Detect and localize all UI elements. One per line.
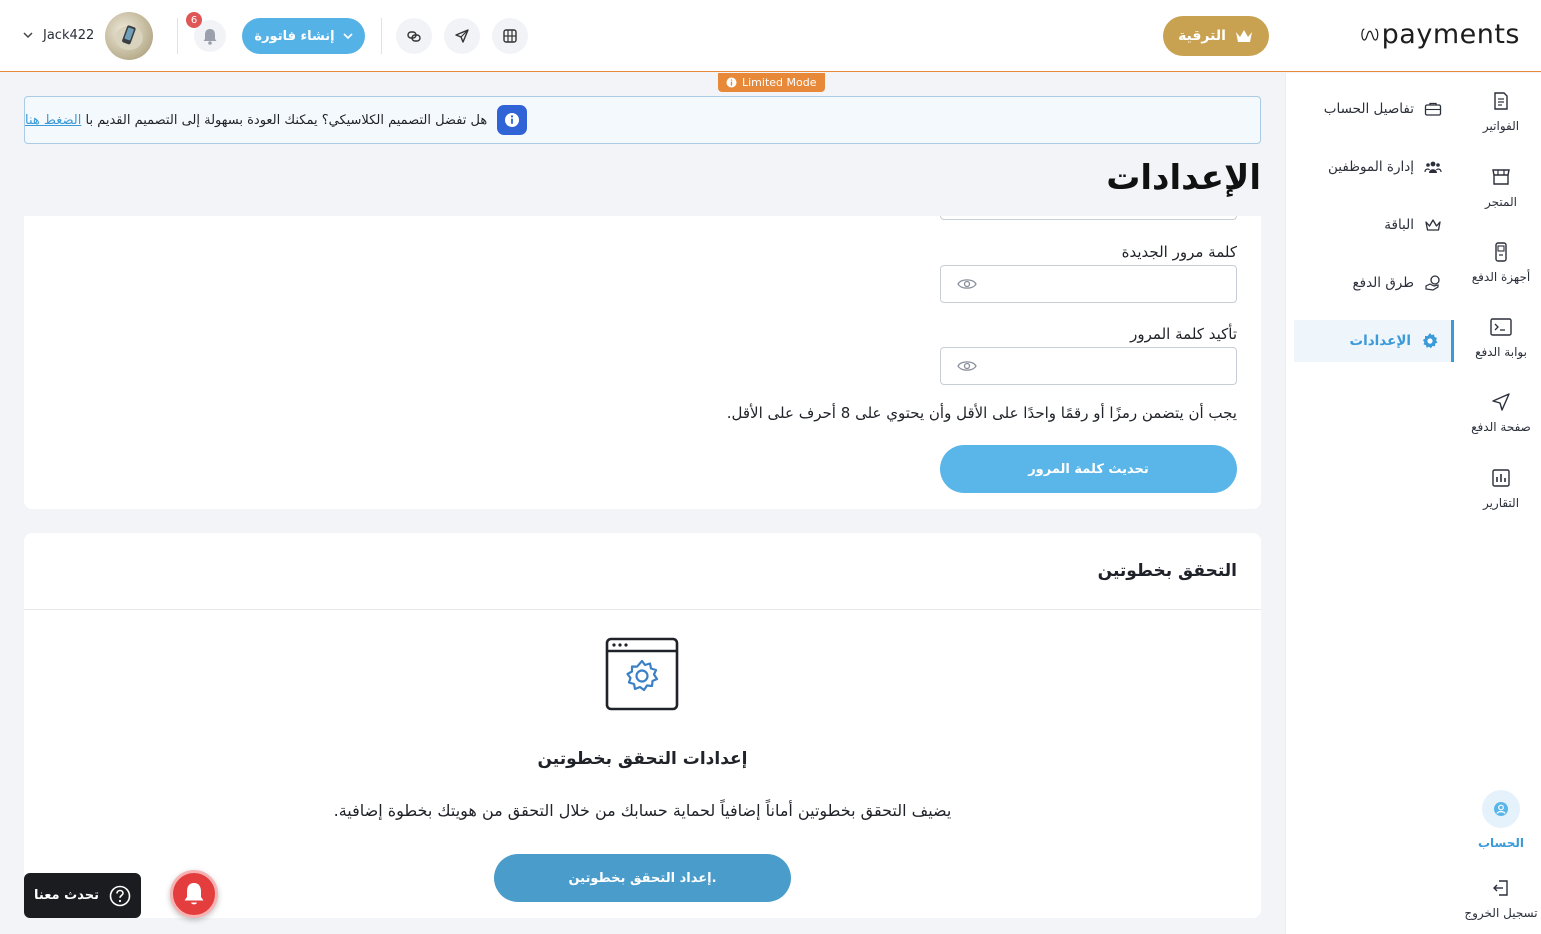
chat-label: تحدث معنا	[34, 888, 99, 903]
bell-icon	[184, 883, 204, 905]
rail-item-label: المتجر	[1485, 195, 1517, 209]
confirm-password-label: تأكيد كلمة المرور	[1130, 325, 1237, 343]
page-title: الإعدادات	[1106, 158, 1261, 198]
password-hint: يجب أن يتضمن رمزًا أو رقمًا واحدًا على ا…	[726, 404, 1237, 422]
subnav-item-label: إدارة الموظفين	[1328, 159, 1414, 175]
limited-mode-tag: Limited Mode	[718, 73, 825, 92]
rail-item-pos-devices[interactable]: أجهزة الدفع	[1461, 242, 1541, 284]
users-icon	[1424, 161, 1442, 173]
two-factor-heading: إعدادات التحقق بخطوتين	[537, 749, 748, 769]
header-divider-2	[177, 18, 178, 54]
info-icon	[726, 77, 737, 88]
rail-item-label: صفحة الدفع	[1471, 420, 1531, 434]
two-factor-section-title: التحقق بخطوتين	[1097, 561, 1237, 581]
info-badge	[497, 105, 528, 135]
subnav-item-settings[interactable]: الإعدادات	[1294, 320, 1454, 362]
rail-item-label: الحساب	[1477, 836, 1525, 850]
subnav-item-label: تفاصيل الحساب	[1323, 101, 1414, 117]
upgrade-button[interactable]: الترقية	[1163, 16, 1269, 56]
info-icon	[505, 113, 520, 127]
logout-icon	[1493, 880, 1508, 896]
rail-item-reports[interactable]: التقارير	[1461, 468, 1541, 510]
confirm-password-field[interactable]	[940, 347, 1237, 385]
section-divider	[24, 609, 1261, 610]
gear-icon	[1422, 333, 1438, 349]
upgrade-label: الترقية	[1178, 28, 1226, 44]
help-circle-icon	[109, 885, 131, 906]
current-password-field[interactable]	[940, 216, 1237, 220]
subnav-item-payment-methods[interactable]: طرق الدفع	[1294, 262, 1454, 304]
notice-message: هل تفضل التصميم الكلاسيكي؟ يمكنك العودة …	[85, 112, 488, 128]
chat-with-us-button[interactable]: تحدث معنا	[24, 873, 141, 918]
chart-icon	[1492, 469, 1510, 487]
rail-item-label: تسجيل الخروج	[1464, 906, 1538, 920]
classic-design-notice: هل تفضل التصميم الكلاسيكي؟ يمكنك العودة …	[24, 96, 1261, 144]
grid-icon	[503, 29, 517, 43]
two-factor-card: التحقق بخطوتين إعدادات التحقق بخطوتين يض…	[24, 533, 1261, 918]
account-icon-wrap	[1482, 790, 1520, 828]
rail-item-store[interactable]: المتجر	[1461, 167, 1541, 209]
create-invoice-label: إنشاء فاتورة	[254, 28, 335, 44]
limited-mode-label: Limited Mode	[742, 76, 817, 89]
setup-two-factor-button[interactable]: إعداد التحقق بخطوتين.	[494, 854, 791, 902]
subnav-item-account-details[interactable]: تفاصيل الحساب	[1294, 88, 1454, 130]
notification-badge: 6	[186, 12, 202, 28]
subnav-item-label: طرق الدفع	[1352, 275, 1414, 291]
settings-subnav: تفاصيل الحساب إدارة الموظفين الباقة طرق …	[1285, 73, 1461, 934]
eye-icon[interactable]	[957, 277, 977, 291]
rail-item-payment-page[interactable]: صفحة الدفع	[1461, 392, 1541, 434]
rail-item-label: التقارير	[1482, 496, 1520, 510]
push-notification-button[interactable]	[170, 870, 218, 918]
eye-icon[interactable]	[957, 359, 977, 373]
rail-item-label: بوابة الدفع	[1475, 345, 1527, 359]
subnav-item-label: الباقة	[1384, 217, 1414, 233]
rail-item-label: الفواتير	[1482, 119, 1520, 133]
crown-icon	[1235, 30, 1252, 42]
header-divider	[381, 18, 382, 54]
terminal-icon	[1490, 318, 1512, 336]
avatar-image	[115, 25, 143, 50]
new-password-field[interactable]	[940, 265, 1237, 303]
qr-grid-button[interactable]	[492, 18, 528, 54]
notice-link[interactable]: الضغط هنا	[25, 113, 81, 128]
coins-icon	[1425, 275, 1440, 291]
password-card: كلمة مرور الجديدة تأكيد كلمة المرور يجب …	[24, 216, 1261, 509]
rail-item-invoices[interactable]: الفواتير	[1461, 91, 1541, 133]
crown-icon	[1425, 219, 1441, 231]
notice-text: هل تفضل التصميم الكلاسيكي؟ يمكنك العودة …	[25, 113, 487, 128]
link-button[interactable]	[396, 18, 432, 54]
rail-item-label: أجهزة الدفع	[1471, 270, 1531, 284]
update-password-button[interactable]: تحديث كلمة المرور	[940, 445, 1237, 493]
icon-rail: الفواتير المتجر أجهزة الدفع بوابة الدفع …	[1461, 73, 1541, 934]
create-invoice-button[interactable]: إنشاء فاتورة	[242, 18, 365, 54]
rail-item-payment-gateway[interactable]: بوابة الدفع	[1461, 317, 1541, 359]
send-icon	[1492, 393, 1510, 411]
chevron-down-icon	[343, 33, 353, 40]
subnav-item-label: الإعدادات	[1349, 333, 1411, 349]
brand-name: payments	[1381, 18, 1520, 50]
chevron-down-icon[interactable]	[22, 30, 34, 40]
rail-item-account[interactable]: الحساب	[1461, 790, 1541, 850]
pos-device-icon	[1495, 242, 1507, 262]
two-factor-description: يضيف التحقق بخطوتين أماناً إضافياً لحماي…	[333, 801, 952, 820]
rail-item-logout[interactable]: تسجيل الخروج	[1461, 878, 1541, 920]
brand-logo[interactable]: payments	[1360, 14, 1520, 54]
bell-icon	[203, 29, 217, 45]
browser-settings-icon	[605, 637, 679, 711]
top-bar: payments الترقية إنشاء فاتورة 6 Jack422	[0, 0, 1541, 72]
avatar[interactable]	[105, 12, 153, 60]
subnav-item-staff[interactable]: إدارة الموظفين	[1294, 146, 1454, 188]
store-icon	[1492, 169, 1510, 185]
send-button[interactable]	[444, 18, 480, 54]
briefcase-icon	[1424, 102, 1442, 116]
send-icon	[455, 29, 469, 43]
link-icon	[407, 31, 421, 42]
brand-mark-icon	[1361, 28, 1379, 41]
new-password-label: كلمة مرور الجديدة	[1121, 243, 1237, 261]
invoice-icon	[1494, 92, 1508, 110]
subnav-item-plan[interactable]: الباقة	[1294, 204, 1454, 246]
user-icon	[1494, 802, 1508, 816]
username[interactable]: Jack422	[43, 28, 94, 43]
